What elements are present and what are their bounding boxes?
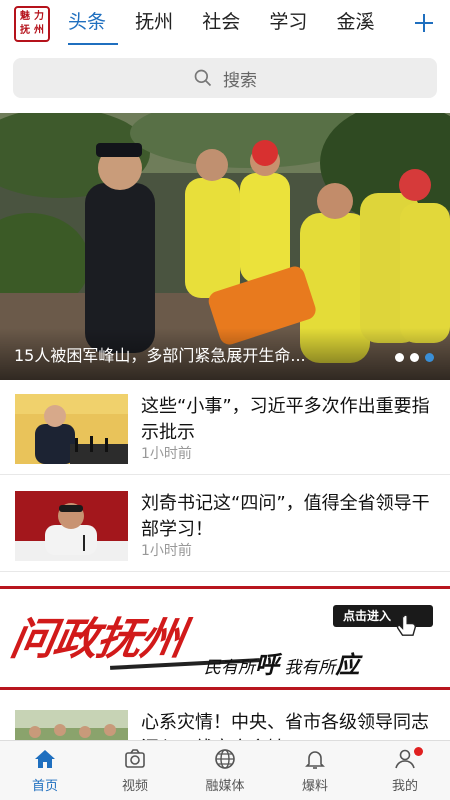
nav-report[interactable]: 爆料: [270, 741, 360, 800]
search-icon: [194, 69, 212, 87]
hero-caption-bar: 15人被困军峰山，多部门紧急展开生命...: [0, 328, 450, 380]
slogan-hu: 呼: [255, 650, 279, 679]
slogan-part: 民有所: [204, 658, 255, 678]
notification-badge: [414, 747, 423, 756]
carousel-dot[interactable]: [410, 353, 419, 362]
news-title[interactable]: 这些“小事”，习近平多次作出重要指示批示: [141, 394, 431, 446]
news-item[interactable]: 心系灾情！中央、省市各级领导同志深入一线率众乡镇...: [0, 696, 450, 740]
nav-home[interactable]: 首页: [0, 741, 90, 800]
carousel-dot-active[interactable]: [425, 353, 434, 362]
hero-carousel[interactable]: 15人被困军峰山，多部门紧急展开生命...: [0, 113, 450, 380]
logo-char: 抚: [20, 25, 30, 36]
nav-mine[interactable]: 我的: [360, 741, 450, 800]
banner-title: 问政抚州: [6, 614, 188, 665]
news-title[interactable]: 心系灾情！中央、省市各级领导同志深入一线率众乡镇...: [141, 710, 431, 740]
carousel-indicator: [395, 353, 434, 362]
news-item[interactable]: 刘奇书记这“四问”，值得全省领导干部学习！ 1小时前: [0, 477, 450, 572]
globe-icon: [215, 749, 235, 769]
news-thumbnail: [15, 710, 128, 740]
logo-char: 州: [34, 25, 44, 36]
tab-jinxi[interactable]: 金溪: [336, 0, 374, 46]
search-placeholder: 搜索: [223, 70, 257, 91]
news-item[interactable]: 这些“小事”，习近平多次作出重要指示批示 1小时前: [0, 380, 450, 475]
nav-label: 视频: [121, 779, 148, 794]
news-thumbnail: [15, 394, 128, 464]
bottom-nav: 首页 视频 融媒体 爆料 我的: [0, 740, 450, 800]
nav-video[interactable]: 视频: [90, 741, 180, 800]
news-time: 1小时前: [141, 446, 192, 462]
tab-fuzhou[interactable]: 抚州: [135, 0, 173, 46]
news-thumbnail: [15, 491, 128, 561]
nav-label: 爆料: [301, 779, 328, 794]
nav-media[interactable]: 融媒体: [180, 741, 270, 800]
news-title[interactable]: 刘奇书记这“四问”，值得全省领导干部学习！: [141, 491, 431, 543]
tab-society[interactable]: 社会: [202, 0, 240, 46]
camera-icon: [125, 749, 145, 768]
wenzheng-fuzhou-banner[interactable]: 问政抚州 民有所呼 我有所应 点击进入: [0, 586, 450, 690]
top-nav: 魅 力 抚 州 头条 抚州 社会 学习 金溪: [0, 0, 450, 46]
logo-char: 力: [34, 11, 44, 22]
pointer-hand-icon: [396, 614, 417, 636]
news-time: 1小时前: [141, 543, 192, 559]
slogan-part: 我有所: [279, 658, 336, 678]
logo-char: 魅: [20, 11, 30, 22]
add-channel-button[interactable]: [398, 0, 450, 46]
slogan-ying: 应: [335, 650, 360, 679]
tab-study[interactable]: 学习: [269, 0, 307, 46]
home-icon: [35, 750, 55, 768]
app-logo: 魅 力 抚 州: [14, 6, 50, 42]
banner-slogan: 民有所呼 我有所应: [204, 645, 359, 680]
nav-label: 我的: [391, 779, 418, 794]
carousel-dot[interactable]: [395, 353, 404, 362]
nav-label: 融媒体: [205, 779, 245, 794]
channel-tabs: 头条 抚州 社会 学习 金溪: [68, 0, 400, 46]
plus-icon: [415, 14, 433, 32]
bell-icon: [305, 751, 325, 769]
hero-caption[interactable]: 15人被困军峰山，多部门紧急展开生命...: [14, 342, 374, 366]
tab-headlines[interactable]: 头条: [68, 0, 119, 46]
search-bar[interactable]: 搜索: [13, 58, 437, 98]
nav-label: 首页: [31, 779, 58, 794]
